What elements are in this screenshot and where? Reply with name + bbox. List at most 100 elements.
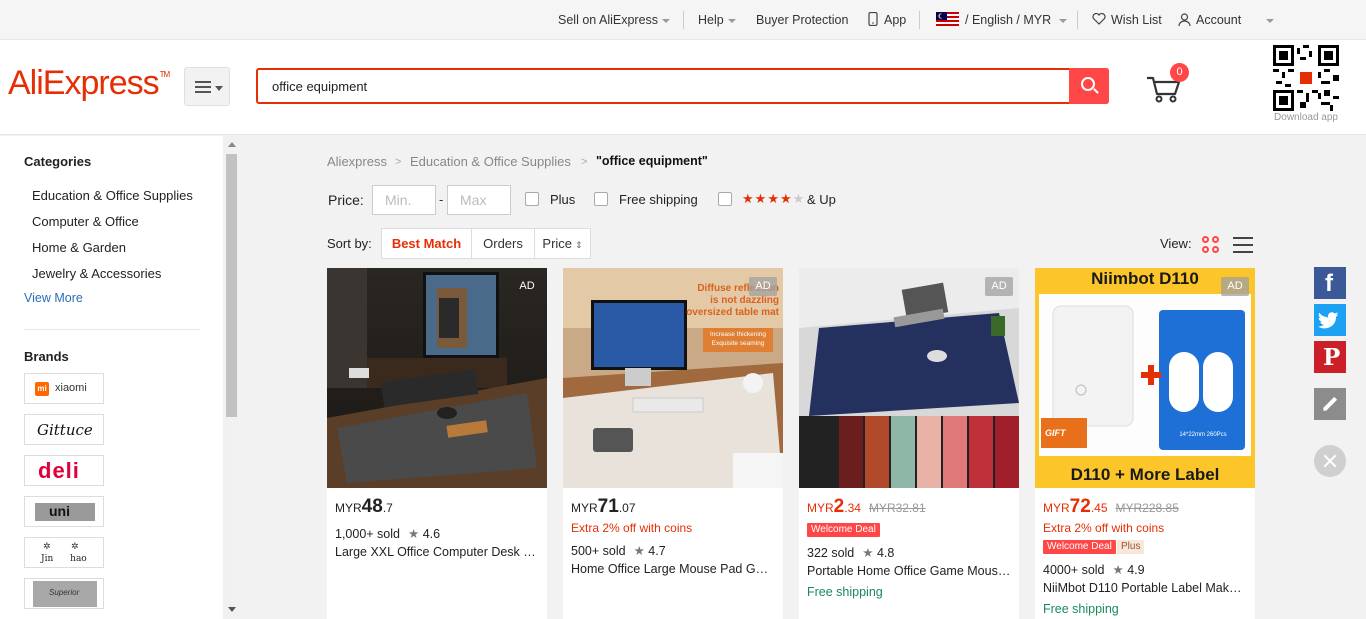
- product-image[interactable]: Niimbot D110 GIFT 14*22mm 260Pcs D110 + …: [1035, 268, 1255, 488]
- site-header: AliExpressTM 0 Download app: [0, 40, 1366, 135]
- product-title[interactable]: Portable Home Office Game Mouse Pad: [807, 564, 1011, 578]
- product-title[interactable]: NiiMbot D110 Portable Label Maker Machin…: [1043, 581, 1247, 595]
- sidebar-scroll-thumb[interactable]: [226, 154, 237, 417]
- price-min-input[interactable]: Min.: [372, 185, 436, 215]
- breadcrumb-separator: >: [395, 156, 402, 168]
- list-view-icon[interactable]: [1233, 236, 1253, 254]
- free-shipping-label: Free shipping: [1043, 602, 1119, 616]
- sold-count: 322 sold: [807, 546, 855, 560]
- price-max-input[interactable]: Max: [447, 185, 511, 215]
- breadcrumb-current: "office equipment": [596, 154, 708, 168]
- top-bar: Sell on AliExpress Help Buyer Protection…: [0, 0, 1366, 40]
- rating-checkbox[interactable]: [718, 192, 732, 206]
- product-price: MYR72.45 MYR228.85: [1043, 496, 1179, 518]
- view-label: View:: [1160, 236, 1192, 251]
- product-card[interactable]: AD MYR2.34 MYR32.81 Welcome Deal 322 sold…: [799, 268, 1019, 619]
- brand-xiaomi[interactable]: mi xiaomi: [24, 373, 104, 404]
- brand-name: deli: [38, 458, 80, 483]
- star-icon: ★: [779, 191, 793, 206]
- xiaomi-logo-icon: mi: [35, 382, 49, 396]
- plus-checkbox[interactable]: [525, 192, 539, 206]
- pencil-icon: [1322, 396, 1338, 412]
- coins-discount: Extra 2% off with coins: [571, 521, 693, 535]
- product-card[interactable]: Niimbot D110 GIFT 14*22mm 260Pcs D110 + …: [1035, 268, 1255, 619]
- view-more-link[interactable]: View More: [24, 291, 83, 305]
- category-link[interactable]: Computer & Office: [32, 214, 139, 229]
- twitter-share-button[interactable]: [1314, 304, 1346, 336]
- breadcrumb-home[interactable]: Aliexpress: [327, 154, 387, 169]
- brand-name: Superior: [49, 588, 80, 597]
- account-label: Account: [1196, 13, 1242, 27]
- sort-best-match-button[interactable]: Best Match: [382, 229, 472, 258]
- heart-icon: [1092, 12, 1106, 25]
- pinterest-share-button[interactable]: P: [1314, 341, 1346, 373]
- product-card[interactable]: AD MYR48.7 1,000+ sold ★ 4.6 Large XXL Of…: [327, 268, 547, 619]
- app-link[interactable]: App: [868, 0, 906, 40]
- scroll-down-arrow-icon[interactable]: [228, 607, 236, 612]
- product-card[interactable]: Diffuse reflection is not dazzling overs…: [563, 268, 783, 619]
- sort-price-button[interactable]: Price ⇕: [535, 229, 590, 258]
- wish-list-link[interactable]: Wish List: [1092, 0, 1162, 40]
- edit-share-button[interactable]: [1314, 388, 1346, 420]
- price-decimal: .7: [382, 501, 393, 515]
- hamburger-icon: [195, 81, 211, 93]
- welcome-deal-badge: Welcome Deal: [1043, 540, 1116, 554]
- aliexpress-logo[interactable]: AliExpressTM: [8, 64, 171, 103]
- close-icon[interactable]: [1314, 445, 1346, 477]
- buyer-protection-link[interactable]: Buyer Protection: [756, 0, 848, 40]
- currency: MYR: [807, 501, 834, 515]
- product-price: MYR2.34 MYR32.81: [807, 496, 926, 518]
- sell-label: Sell on AliExpress: [558, 13, 659, 27]
- language-currency-selector[interactable]: / English / MYR: [936, 0, 1068, 40]
- caption-line: Exquisite seaming: [711, 340, 765, 347]
- account-menu[interactable]: Account: [1178, 0, 1241, 40]
- category-link[interactable]: Education & Office Supplies: [32, 188, 193, 203]
- brand-uni[interactable]: uni: [24, 496, 104, 527]
- category-link[interactable]: Home & Garden: [32, 240, 126, 255]
- product-title[interactable]: Large XXL Office Computer Desk Mouse Pad: [335, 545, 539, 559]
- search-button[interactable]: [1069, 68, 1109, 104]
- free-shipping-label: Free shipping: [619, 192, 698, 207]
- sell-on-aliexpress-link[interactable]: Sell on AliExpress: [558, 0, 671, 40]
- star-icon: ★: [633, 544, 645, 558]
- price-filter-label: Price:: [328, 192, 364, 208]
- sort-orders-button[interactable]: Orders: [472, 229, 535, 258]
- star-icon: ★: [767, 191, 780, 206]
- breadcrumb-separator: >: [581, 156, 588, 168]
- categories-menu-button[interactable]: [184, 67, 230, 106]
- price-decimal: .45: [1090, 501, 1108, 515]
- product-sold-rating: 500+ sold ★ 4.7: [571, 543, 666, 558]
- qr-code[interactable]: [1273, 45, 1339, 111]
- help-link[interactable]: Help: [698, 0, 736, 40]
- brand-superior[interactable]: Superior: [24, 578, 104, 609]
- sort-arrows-icon: ⇕: [575, 240, 583, 250]
- trademark: TM: [159, 70, 171, 79]
- search-input[interactable]: [272, 70, 1062, 102]
- breadcrumb-category[interactable]: Education & Office Supplies: [410, 154, 571, 169]
- facebook-share-button[interactable]: f: [1314, 267, 1346, 299]
- categories-heading: Categories: [24, 154, 92, 169]
- account-dropdown[interactable]: [1262, 0, 1274, 40]
- scroll-up-arrow-icon[interactable]: [228, 142, 236, 147]
- divider: [24, 329, 200, 330]
- category-link[interactable]: Jewelry & Accessories: [32, 266, 161, 281]
- free-shipping-checkbox[interactable]: [594, 192, 608, 206]
- image-spec: 14*22mm 260Pcs: [1179, 432, 1227, 438]
- grid-view-icon[interactable]: [1202, 236, 1220, 254]
- currency: MYR: [335, 501, 362, 515]
- star-icon: ★: [742, 191, 755, 206]
- brand-deli[interactable]: deli: [24, 455, 104, 486]
- brand-gittuce[interactable]: Gittuce: [24, 414, 104, 445]
- brand-jinhao[interactable]: Jin hao ✲ ✲: [24, 537, 104, 568]
- product-image[interactable]: AD: [327, 268, 547, 488]
- rating-value: 4.9: [1127, 563, 1145, 577]
- product-title[interactable]: Home Office Large Mouse Pad Gaming Desk …: [571, 562, 775, 576]
- malaysia-flag-icon: [936, 12, 959, 26]
- product-image[interactable]: Diffuse reflection is not dazzling overs…: [563, 268, 783, 488]
- product-image[interactable]: AD: [799, 268, 1019, 488]
- price-integer: 48: [361, 496, 383, 517]
- phone-icon: [868, 11, 878, 27]
- desk-mat-image: [799, 268, 1019, 488]
- caption-line: Increase thickening: [709, 331, 766, 338]
- image-gift-tag: GIFT: [1045, 428, 1066, 438]
